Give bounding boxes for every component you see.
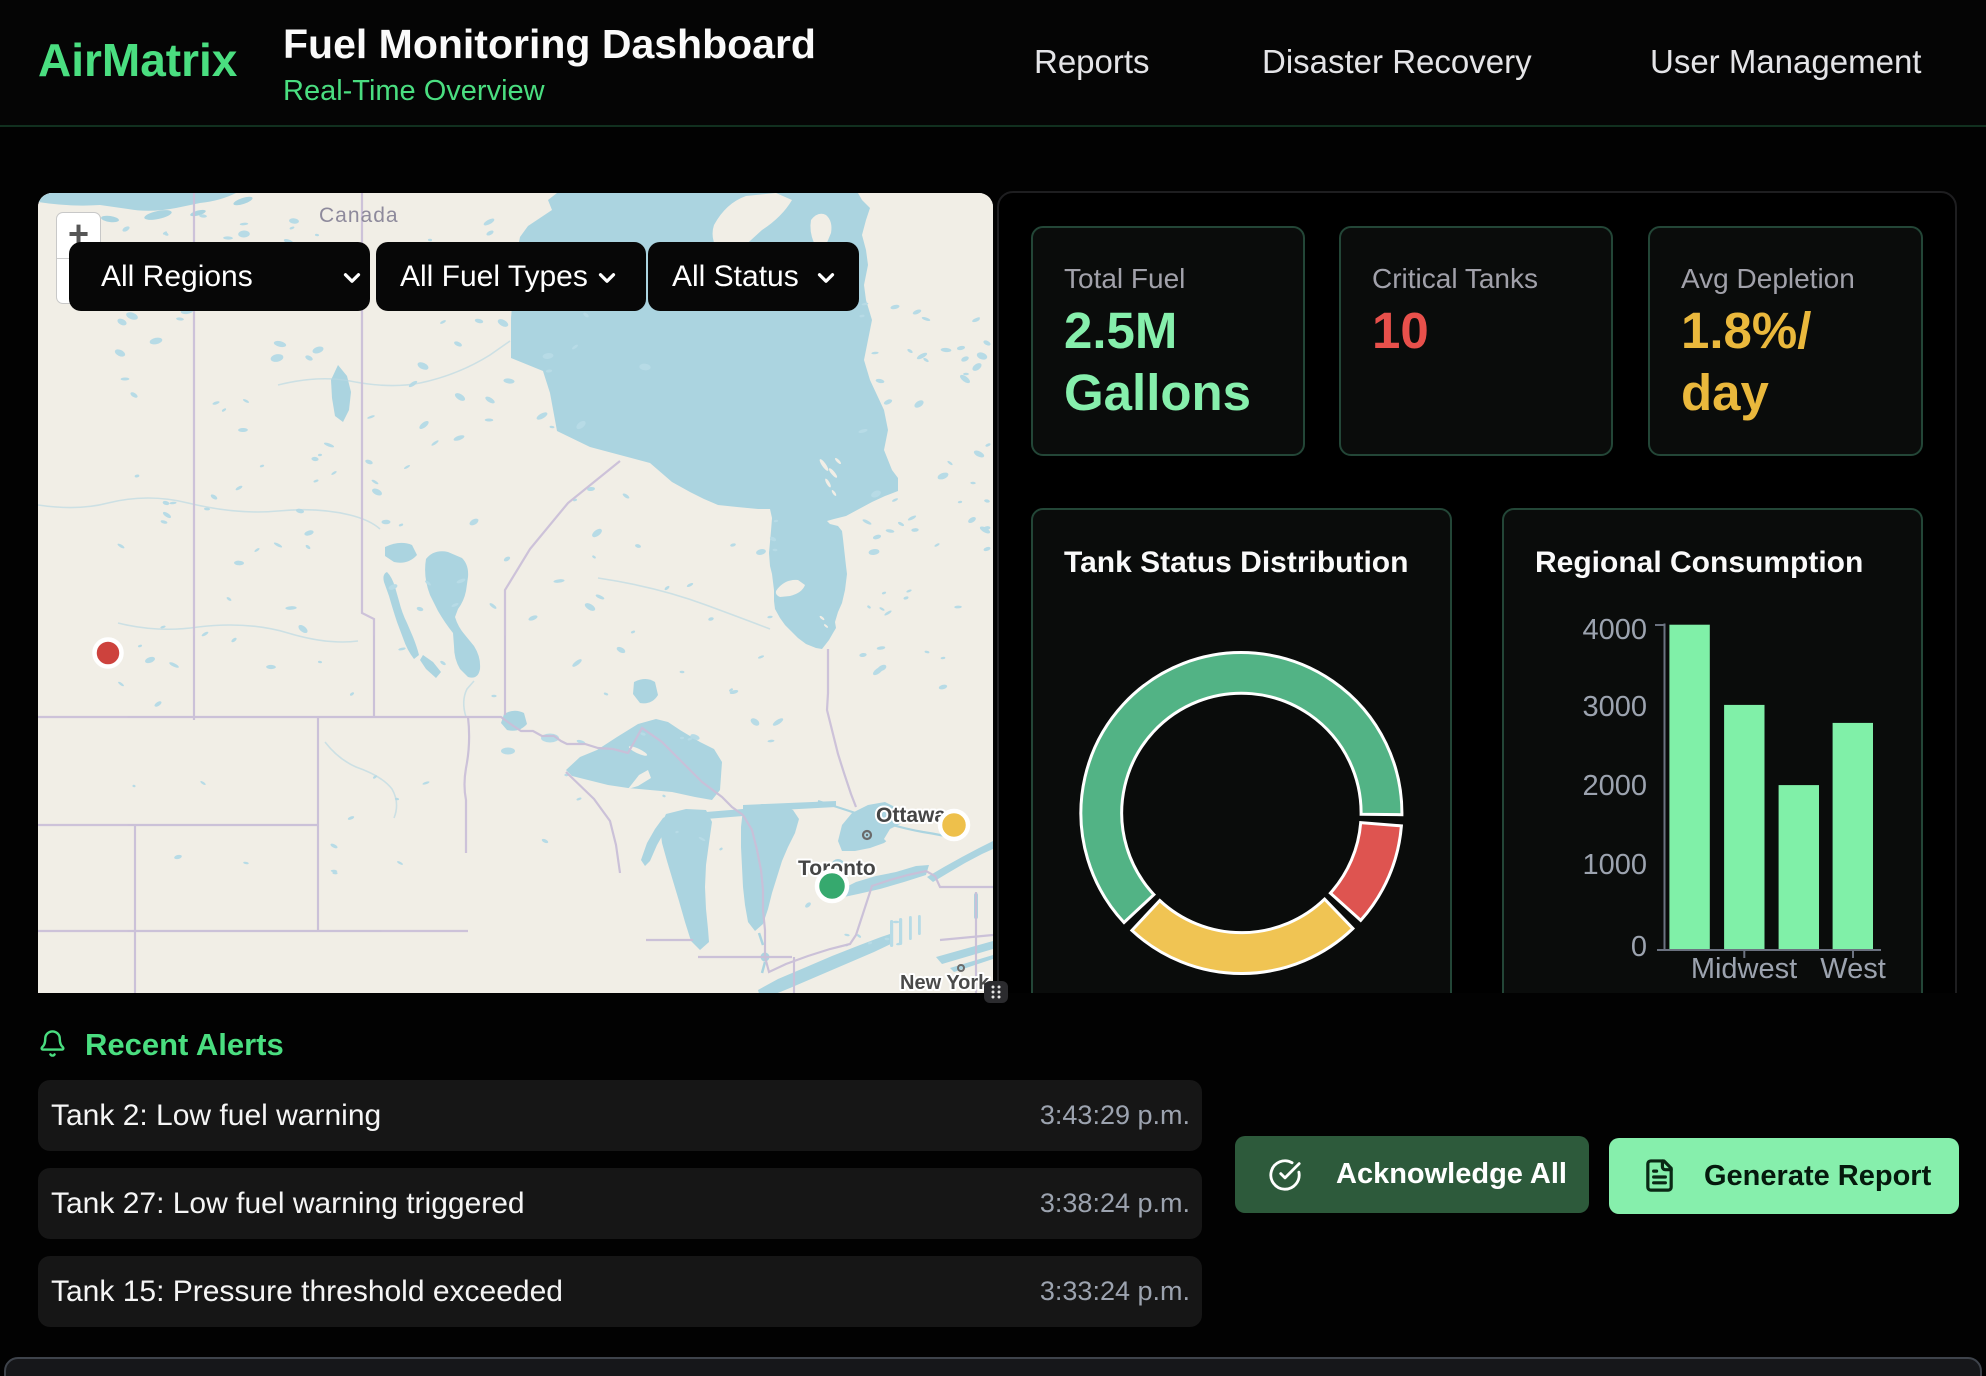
svg-text:Midwest: Midwest — [1691, 953, 1797, 985]
svg-text:3000: 3000 — [1582, 691, 1647, 723]
svg-text:2000: 2000 — [1582, 770, 1647, 802]
svg-text:West: West — [1820, 953, 1886, 985]
svg-text:4000: 4000 — [1582, 614, 1647, 646]
svg-text:0: 0 — [1631, 931, 1647, 963]
svg-text:1000: 1000 — [1582, 849, 1647, 881]
svg-text:Ottawa: Ottawa — [876, 804, 946, 827]
svg-text:New York: New York — [900, 972, 990, 993]
svg-text:Canada: Canada — [319, 204, 399, 227]
